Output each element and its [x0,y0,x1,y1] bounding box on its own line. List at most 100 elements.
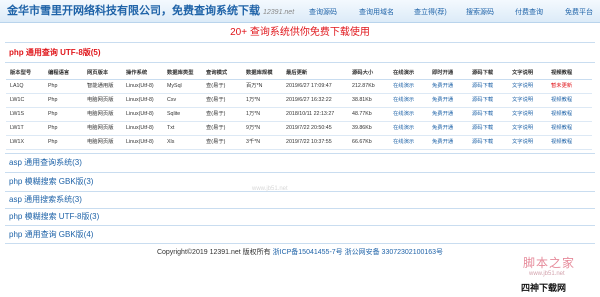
divider [5,42,595,43]
column-header: 编程语言 [48,70,70,76]
column-header: 操作系统 [126,70,148,76]
download-link[interactable]: 源码下载 [472,138,493,146]
nav-item-paid[interactable]: 付费查询 [515,9,543,17]
os-cell: Linux(Utf-8) [126,83,154,89]
column-header: 文字说明 [512,70,534,76]
section-link-php-fuzzy-utf8[interactable]: php 模糊搜索 UTF-8版(3) [9,212,99,222]
download-link[interactable]: 源码下载 [472,82,493,90]
section-link-php-query-gbk[interactable]: php 通用查询 GBK版(4) [9,230,93,240]
doc-link[interactable]: 文字说明 [512,138,533,146]
column-header: 在线演示 [393,70,415,76]
web-version-cell: 电脑网页版 [87,111,114,117]
nav-item-source[interactable]: 查询源码 [309,9,337,17]
language-cell: Php [48,111,58,117]
query-mode-cell: 查(易于) [206,111,226,117]
os-cell: Linux(Utf-8) [126,139,154,145]
size-cell: 212.87Kb [352,83,375,89]
section-link-asp-query[interactable]: asp 通用查询系统(3) [9,158,82,168]
db-scale-cell: 3千*N [246,139,261,145]
copyright-text: Copyright©2019 12391.net 版权所有 [156,249,271,256]
db-scale-cell: 1万*N [246,111,261,117]
query-mode-cell: 查(易于) [206,83,226,89]
section-link-asp-search[interactable]: asp 通用搜索系统(3) [9,195,82,205]
watermark-brand-url: www.jb51.net [529,271,565,277]
watermark-brand: 脚本之家 [523,256,576,270]
updated-cell: 2019/6/27 17:09:47 [286,83,332,89]
model-cell: LW1T [10,125,24,131]
demo-link[interactable]: 在线演示 [393,124,414,132]
os-cell: Linux(Utf-8) [126,125,154,131]
web-version-cell: 电脑网页版 [87,139,114,145]
updated-cell: 2019/7/22 20:50:45 [286,125,332,131]
download-link[interactable]: 源码下载 [472,96,493,104]
divider [5,172,595,173]
video-link[interactable]: 暂未更新 [551,82,572,90]
model-cell: LW1S [10,111,25,117]
video-link[interactable]: 视频教程 [551,96,572,104]
query-mode-cell: 查(易于) [206,97,226,103]
icp-link[interactable]: 浙ICP备15041455-7号 浙公网安备 33072302100163号 [273,249,443,256]
size-cell: 38.81Kb [352,97,372,103]
doc-link[interactable]: 文字说明 [512,96,533,104]
activate-link[interactable]: 免费开通 [432,124,453,132]
table-row: LW1C Php 电脑网页版 Linux(Utf-8) Csv 查(易于) 1万… [6,94,592,108]
column-header: 网页版本 [87,70,109,76]
demo-link[interactable]: 在线演示 [393,96,414,104]
section-link-php-fuzzy-gbk[interactable]: php 模糊搜索 GBK版(3) [9,177,93,187]
doc-link[interactable]: 文字说明 [512,82,533,90]
db-type-cell: Sqlite [167,111,181,117]
nav-item-free[interactable]: 免费平台 [565,9,593,17]
download-link[interactable]: 源码下载 [472,110,493,118]
language-cell: Php [48,97,58,103]
activate-link[interactable]: 免费开通 [432,138,453,146]
language-cell: Php [48,139,58,145]
column-header: 视频教程 [551,70,573,76]
nav-item-chalide[interactable]: 查立得(荐) [414,9,447,17]
column-header: 即时开通 [432,70,454,76]
column-header: 版本型号 [10,70,32,76]
table-header-row: 版本型号 编程语言 网页版本 操作系统 数据库类型 查询模式 数据库规模 最后更… [6,67,592,80]
demo-link[interactable]: 在线演示 [393,82,414,90]
video-link[interactable]: 视频教程 [551,110,572,118]
web-version-cell: 电脑网页版 [87,125,114,131]
video-link[interactable]: 视频教程 [551,138,572,146]
table-row: LW1S Php 电脑网页版 Linux(Utf-8) Sqlite 查(易于)… [6,108,592,122]
updated-cell: 2019/6/27 16:32:22 [286,97,332,103]
doc-link[interactable]: 文字说明 [512,124,533,132]
updated-cell: 2019/7/22 10:37:55 [286,139,332,145]
db-scale-cell: 9万*N [246,125,261,131]
demo-link[interactable]: 在线演示 [393,110,414,118]
table-row: LW1X Php 电脑网页版 Linux(Utf-8) Xls 查(易于) 3千… [6,136,592,150]
demo-link[interactable]: 在线演示 [393,138,414,146]
table-row: LA1Q Php 智能通用版 Linux(Utf-8) MySql 查(易于) … [6,80,592,94]
db-type-cell: Csv [167,97,177,103]
divider [5,62,595,63]
doc-link[interactable]: 文字说明 [512,110,533,118]
watermark-corner: 四神下载网 [521,283,567,293]
db-scale-cell: 1万*N [246,97,261,103]
model-cell: LW1C [10,97,25,103]
site-title: 金华市雪里开网络科技有限公司，免费查询系统下载 [7,5,260,17]
nav-item-search-source[interactable]: 搜索源码 [466,9,494,17]
column-header: 查询模式 [206,70,228,76]
video-link[interactable]: 视频教程 [551,124,572,132]
column-header: 最后更新 [286,70,308,76]
section-title-active[interactable]: php 通用查询 UTF-8版(5) [9,48,101,58]
activate-link[interactable]: 免费开通 [432,110,453,118]
activate-link[interactable]: 免费开通 [432,82,453,90]
divider [5,243,595,244]
size-cell: 66.67Kb [352,139,372,145]
language-cell: Php [48,125,58,131]
web-version-cell: 智能通用版 [87,83,114,89]
divider [5,208,595,209]
activate-link[interactable]: 免费开通 [432,96,453,104]
column-header: 数据库规模 [246,70,273,76]
divider [5,225,595,226]
download-link[interactable]: 源码下载 [472,124,493,132]
model-cell: LA1Q [10,83,24,89]
os-cell: Linux(Utf-8) [126,97,154,103]
column-header: 源码大小 [352,70,374,76]
site-logo[interactable]: 金华市雪里开网络科技有限公司，免费查询系统下载 12391.net [7,5,294,19]
nav-item-domain[interactable]: 查询用域名 [359,9,394,17]
table-row: LW1T Php 电脑网页版 Linux(Utf-8) Txt 查(易于) 9万… [6,122,592,136]
